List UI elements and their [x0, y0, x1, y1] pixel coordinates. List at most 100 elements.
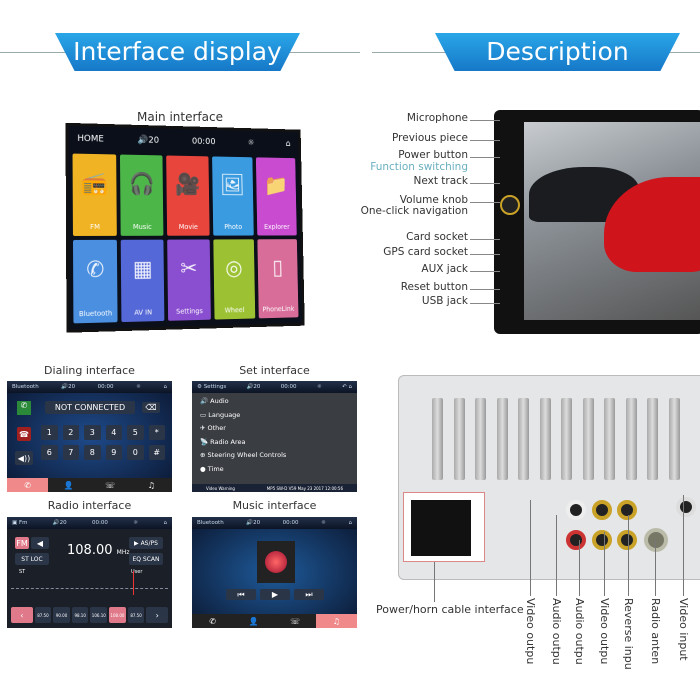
tab-contacts[interactable]: 👤 [233, 614, 274, 628]
front-label: Previous piece [392, 132, 468, 144]
tile-wheel[interactable]: ◎ Wheel [212, 239, 256, 320]
dial-key[interactable]: 1 [41, 425, 58, 440]
settings-item[interactable]: ✈ Other [200, 422, 349, 436]
home-icon[interactable]: ⌂ [163, 520, 167, 526]
leader-line [470, 140, 500, 141]
settings-item-icon: 🔊 [200, 397, 211, 405]
backspace-icon[interactable]: ⌫ [142, 402, 160, 413]
front-label: AUX jack [421, 263, 468, 275]
volume-knob[interactable] [500, 195, 520, 215]
radio-icon: ▣ Fm [12, 520, 28, 526]
dial-key[interactable]: 3 [84, 425, 101, 440]
tab-phone[interactable]: ✆ [192, 614, 233, 628]
front-label: USB jack [421, 295, 468, 307]
music-caption: Music interface [232, 499, 317, 512]
dial-key[interactable]: 9 [105, 445, 122, 460]
tile-music[interactable]: 🎧 Music [120, 154, 164, 236]
tile-phonelink[interactable]: ▯ PhoneLink [257, 239, 299, 319]
home-icon[interactable]: ⌂ [163, 384, 167, 390]
brightness-icon[interactable]: ☼ [317, 384, 322, 390]
preset-button[interactable]: 87.50 [34, 607, 52, 623]
tile-movie[interactable]: 🎥 Movie [166, 155, 210, 236]
tile-explorer[interactable]: 📁 Explorer [255, 157, 297, 236]
leader-line [556, 515, 557, 596]
front-label: Microphone [406, 112, 468, 124]
brightness-icon[interactable]: ☼ [321, 520, 326, 526]
st-loc-button[interactable]: ST LOC [15, 553, 49, 565]
volume-icon: 🔊20 [246, 384, 261, 390]
call-icon[interactable]: ✆ [17, 401, 31, 415]
dial-key[interactable]: * [148, 425, 165, 440]
volume-icon: 🔊20 [52, 520, 67, 526]
brightness-icon[interactable]: ☼ [133, 520, 138, 526]
preset-next-icon[interactable]: › [146, 607, 168, 623]
tile-label: Photo [224, 223, 243, 231]
previous-track-icon[interactable]: ⏮ [226, 589, 256, 600]
preset-button[interactable]: 106.10 [90, 607, 108, 623]
tile-av-in[interactable]: ▦ AV IN [120, 239, 165, 323]
tab-calllog[interactable]: ☏ [275, 614, 316, 628]
port-label: Reverse inpu [622, 598, 635, 670]
heatsink-fin [518, 398, 529, 480]
dial-key[interactable]: # [148, 445, 165, 460]
leader-line [470, 183, 500, 184]
tile-bluetooth[interactable]: ✆ Bluetooth [72, 239, 118, 324]
dial-key[interactable]: 6 [41, 445, 58, 460]
band-button[interactable]: FM [15, 537, 29, 549]
dial-key[interactable]: 8 [84, 445, 101, 460]
settings-item[interactable]: ● Time [200, 463, 349, 477]
home-icon[interactable]: ⌂ [348, 520, 352, 526]
tab-music[interactable]: ♫ [131, 478, 172, 492]
preset-button[interactable]: 90.00 [53, 607, 70, 623]
screen-title: Bluetooth [197, 520, 224, 526]
tile-fm[interactable]: 📻 FM [72, 153, 118, 236]
brightness-icon[interactable]: ☼ [247, 138, 254, 148]
dial-key[interactable]: 0 [127, 445, 144, 460]
dial-key[interactable]: 5 [127, 425, 144, 440]
video-input-jack [676, 497, 696, 517]
tab-calllog[interactable]: ☏ [90, 478, 131, 492]
settings-caption: Set interface [239, 364, 310, 377]
volume-value: 20 [253, 384, 261, 390]
settings-item[interactable]: 🔊 Audio [200, 395, 349, 409]
main-caption: Main interface [137, 110, 223, 124]
preset-button[interactable]: 87.50 [127, 607, 145, 623]
dial-key[interactable]: 4 [105, 425, 122, 440]
tuning-needle[interactable] [133, 571, 134, 595]
port-label: Video outpu [598, 598, 611, 665]
video-warning[interactable]: Video Warning [206, 486, 235, 491]
port-label: Audio outpu [550, 598, 563, 665]
tile-settings[interactable]: ✂ Settings [167, 239, 211, 321]
prev-button[interactable]: ◀ [31, 537, 49, 549]
settings-item[interactable]: ▭ Language [200, 409, 349, 423]
next-asps-button[interactable]: ▶ AS/PS [129, 537, 163, 549]
tab-phone[interactable]: ✆ [7, 478, 49, 492]
settings-item-label: Steering Wheel Controls [207, 451, 287, 459]
preset-button[interactable]: 98.10 [71, 607, 89, 623]
eq-scan-button[interactable]: EQ SCAN [129, 553, 163, 565]
tab-music[interactable]: ♫ [315, 614, 357, 628]
preset-prev-icon[interactable]: ‹ [11, 607, 33, 623]
home-icon[interactable]: ⌂ [285, 139, 290, 148]
next-track-icon[interactable]: ⏭ [294, 589, 324, 600]
play-icon[interactable]: ▶ [260, 589, 290, 600]
tile-label: Wheel [224, 306, 245, 315]
tile-label: Settings [176, 307, 203, 316]
tile-photo[interactable]: 🖼 Photo [211, 156, 254, 236]
leader-line [470, 303, 500, 304]
tab-contacts[interactable]: 👤 [48, 478, 89, 492]
hangup-icon[interactable]: ☎ [17, 427, 31, 441]
settings-item-icon: ✈ [200, 424, 208, 432]
settings-item[interactable]: ⊕ Steering Wheel Controls [200, 449, 349, 463]
music-screen: Bluetooth 🔊20 00:00 ☼ ⌂ ⏮ ▶ ⏭ ✆ 👤 ☏ ♫ [192, 517, 357, 628]
settings-item[interactable]: 📡 Radio Area [200, 436, 349, 450]
dial-key[interactable]: 7 [62, 445, 79, 460]
volume-value: 20 [59, 520, 67, 526]
tuning-scale[interactable] [11, 579, 168, 589]
preset-button[interactable]: 108.00 [109, 607, 126, 623]
leader-line [470, 271, 500, 272]
brightness-icon[interactable]: ☼ [136, 384, 141, 390]
speaker-icon[interactable]: ◀)) [15, 451, 33, 465]
dial-key[interactable]: 2 [62, 425, 79, 440]
back-icon[interactable]: ↶ ⌂ [342, 384, 352, 390]
